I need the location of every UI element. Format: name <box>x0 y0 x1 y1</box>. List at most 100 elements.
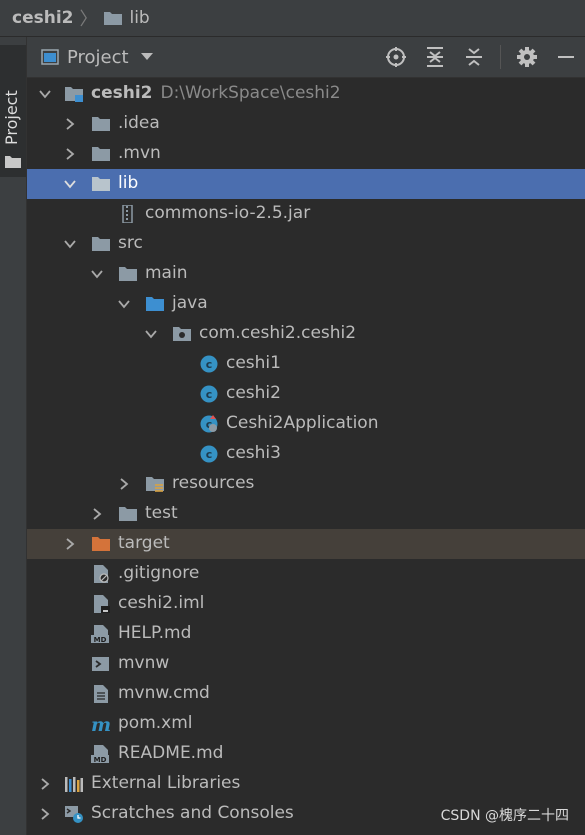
tree-item-idea[interactable]: .idea <box>27 109 585 139</box>
tree-item-label: mvnw.cmd <box>118 683 210 703</box>
tree-item-label: target <box>118 533 170 553</box>
tree-item-class-ceshi3[interactable]: c ceshi3 <box>27 439 585 469</box>
tree-item-label: main <box>145 263 188 283</box>
svg-text:m: m <box>91 715 111 733</box>
project-view-icon <box>41 49 59 65</box>
folder-icon <box>119 267 137 281</box>
ignore-file-icon <box>94 565 109 583</box>
breadcrumb-project[interactable]: ceshi2 <box>12 8 73 28</box>
chevron-down-icon[interactable] <box>145 328 157 340</box>
settings-button[interactable] <box>514 44 540 70</box>
tree-item-label: ceshi1 <box>226 353 281 373</box>
tree-item-java[interactable]: java <box>27 289 585 319</box>
tree-item-root[interactable]: ceshi2 D:\WorkSpace\ceshi2 <box>27 79 585 109</box>
chevron-down-icon[interactable] <box>39 88 51 100</box>
tree-item-mvnw-cmd[interactable]: mvnw.cmd <box>27 679 585 709</box>
tree-item-mvn[interactable]: .mvn <box>27 139 585 169</box>
shell-script-icon <box>92 657 109 671</box>
tree-item-label: .mvn <box>118 143 161 163</box>
tree-item-pom[interactable]: m pom.xml <box>27 709 585 739</box>
tree-item-label: test <box>145 503 178 523</box>
tree-item-resources[interactable]: resources <box>27 469 585 499</box>
source-folder-icon <box>146 297 164 311</box>
java-class-icon: c <box>200 445 218 463</box>
tree-item-test[interactable]: test <box>27 499 585 529</box>
chevron-right-icon[interactable] <box>39 778 51 790</box>
tree-item-class-ceshi1[interactable]: c ceshi1 <box>27 349 585 379</box>
tree-item-commons-jar[interactable]: commons-io-2.5.jar <box>27 199 585 229</box>
watermark: CSDN @槐序二十四 <box>440 808 569 824</box>
maven-icon: m <box>91 715 111 733</box>
tree-item-label: com.ceshi2.ceshi2 <box>199 323 357 343</box>
collapse-all-button[interactable] <box>461 44 487 70</box>
tree-item-class-application[interactable]: c Ceshi2Application <box>27 409 585 439</box>
tree-item-readme[interactable]: MD README.md <box>27 739 585 769</box>
tree-item-external-libraries[interactable]: External Libraries <box>27 769 585 799</box>
folder-icon <box>92 147 110 161</box>
chevron-down-icon[interactable] <box>91 268 103 280</box>
chevron-down-icon[interactable] <box>140 53 153 61</box>
tree-item-label: lib <box>118 173 139 193</box>
chevron-right-icon[interactable] <box>64 538 76 550</box>
panel-title[interactable]: Project <box>67 47 129 68</box>
tree-item-label: README.md <box>118 743 224 763</box>
hide-button[interactable] <box>553 44 579 70</box>
tree-item-lib[interactable]: lib <box>27 169 585 199</box>
svg-text:MD: MD <box>94 636 107 643</box>
folder-icon <box>92 237 110 251</box>
tree-item-label: Scratches and Consoles <box>91 803 294 823</box>
svg-text:MD: MD <box>94 756 107 763</box>
tree-item-label: resources <box>172 473 255 493</box>
toolbar-divider <box>500 45 501 69</box>
library-icon <box>65 777 83 792</box>
project-tool-tab[interactable]: Project <box>0 45 26 177</box>
panel-toolbar <box>370 37 579 77</box>
package-icon <box>173 327 191 341</box>
tool-window-strip: Project <box>0 37 27 835</box>
svg-text:c: c <box>206 388 213 401</box>
chevron-down-icon[interactable] <box>64 178 76 190</box>
tree-item-package[interactable]: com.ceshi2.ceshi2 <box>27 319 585 349</box>
tree-item-label: src <box>118 233 143 253</box>
breadcrumb-separator: 〉 <box>79 9 98 30</box>
expand-all-icon <box>427 47 443 67</box>
chevron-right-icon[interactable] <box>118 478 130 490</box>
folder-icon <box>5 156 21 168</box>
svg-text:c: c <box>206 358 213 371</box>
locate-button[interactable] <box>383 44 409 70</box>
breadcrumb-folder[interactable]: lib <box>129 8 149 28</box>
module-folder-icon <box>65 87 83 102</box>
tree-item-label: commons-io-2.5.jar <box>145 203 311 223</box>
tree-item-gitignore[interactable]: .gitignore <box>27 559 585 589</box>
chevron-right-icon[interactable] <box>91 508 103 520</box>
java-class-icon: c <box>200 385 218 403</box>
project-panel: Project ceshi2 D:\WorkSpace\ceshi2 .idea… <box>27 37 585 835</box>
markdown-file-icon: MD <box>91 625 109 643</box>
chevron-right-icon[interactable] <box>39 808 51 820</box>
chevron-right-icon[interactable] <box>64 148 76 160</box>
tree-item-help-md[interactable]: MD HELP.md <box>27 619 585 649</box>
folder-icon <box>92 177 110 191</box>
tree-item-src[interactable]: src <box>27 229 585 259</box>
tree-item-class-ceshi2[interactable]: c ceshi2 <box>27 379 585 409</box>
resources-folder-icon <box>146 477 164 492</box>
folder-icon <box>92 117 110 131</box>
scratches-icon <box>65 806 83 823</box>
expand-all-button[interactable] <box>422 44 448 70</box>
jar-archive-icon <box>122 205 133 223</box>
tree-item-target[interactable]: target <box>27 529 585 559</box>
chevron-down-icon[interactable] <box>64 238 76 250</box>
tree-item-main[interactable]: main <box>27 259 585 289</box>
chevron-right-icon[interactable] <box>64 118 76 130</box>
tree-item-iml[interactable]: ceshi2.iml <box>27 589 585 619</box>
folder-icon <box>119 507 137 521</box>
chevron-down-icon[interactable] <box>118 298 130 310</box>
navigation-bar: ceshi2 〉 lib <box>0 0 585 37</box>
tree-item-label: ceshi2 <box>226 383 281 403</box>
project-tool-tab-label: Project <box>2 90 21 145</box>
gear-icon <box>517 47 537 67</box>
tree-item-label: java <box>172 293 208 313</box>
tree-item-mvnw[interactable]: mvnw <box>27 649 585 679</box>
crosshair-icon <box>386 47 406 67</box>
tree-item-root-label: ceshi2 <box>91 83 153 103</box>
